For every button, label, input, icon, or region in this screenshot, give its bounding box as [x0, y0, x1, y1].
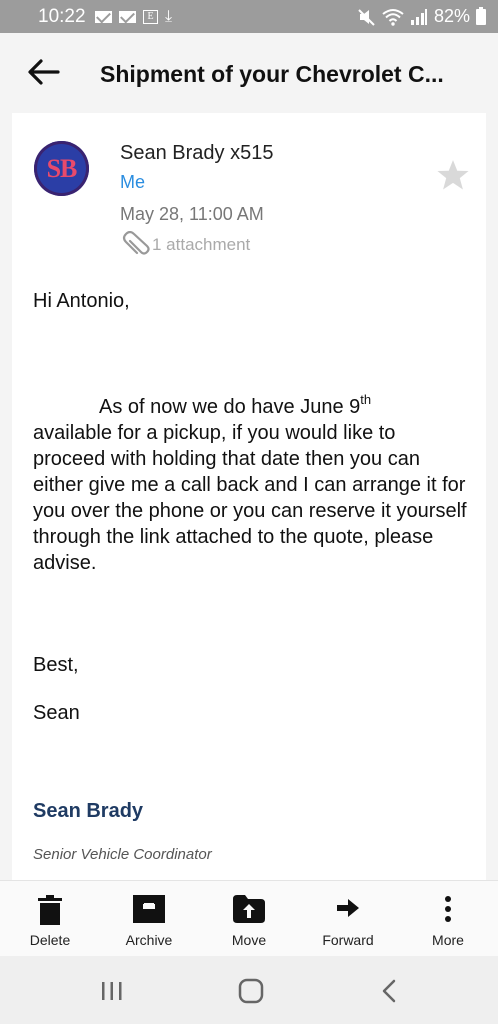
more-vertical-icon	[445, 896, 451, 922]
mute-icon	[358, 8, 375, 26]
delete-label: Delete	[29, 932, 71, 948]
trash-icon	[38, 895, 62, 925]
message-paragraph: As of now we do have June 9th available f…	[33, 387, 473, 576]
signoff: Sean	[33, 702, 80, 724]
recent-apps-icon[interactable]	[97, 978, 127, 1004]
avatar-initials: SB	[46, 153, 78, 183]
greeting: Hi Antonio,	[33, 290, 130, 312]
message-date: May 28, 11:00 AM	[120, 204, 264, 224]
attachment-count: 1 attachment	[152, 235, 251, 254]
status-notification-icons: E ⤓	[95, 9, 172, 25]
signature-name: Sean Brady	[33, 800, 144, 822]
move-label: Move	[231, 932, 267, 948]
paragraph-text-start: As of now we do have June 9	[99, 396, 361, 418]
archive-icon	[133, 895, 165, 923]
e-box-icon: E	[143, 10, 158, 24]
closing: Best,	[33, 654, 79, 676]
battery-icon	[476, 6, 486, 25]
move-button[interactable]: Move	[204, 881, 294, 957]
wifi-icon	[382, 8, 404, 26]
forward-button[interactable]: Forward	[303, 881, 393, 957]
move-to-folder-icon	[233, 895, 265, 923]
status-bar: 10:22 E ⤓ 82%	[0, 0, 498, 33]
signal-icon	[410, 8, 427, 25]
forward-label: Forward	[322, 932, 374, 948]
recipient[interactable]: Me	[120, 172, 145, 193]
forward-arrow-icon	[337, 899, 359, 917]
more-label: More	[432, 932, 464, 948]
app-header: Shipment of your Chevrolet C...	[0, 33, 498, 113]
back-nav-icon[interactable]	[375, 978, 405, 1004]
status-time: 10:22	[38, 6, 86, 27]
ordinal-suffix: th	[360, 392, 372, 407]
home-icon[interactable]	[236, 978, 266, 1004]
status-system-icons: 82%	[358, 6, 486, 27]
message-card: SB Sean Brady x515 Me May 28, 11:00 AM 1…	[12, 113, 486, 880]
paragraph-text-rest: available for a pickup, if you would lik…	[33, 422, 467, 574]
archive-label: Archive	[125, 932, 173, 948]
paperclip-icon	[122, 231, 150, 255]
message-body: Hi Antonio, As of now we do have June 9t…	[33, 288, 473, 868]
sender-name[interactable]: Sean Brady x515	[120, 142, 273, 165]
delete-button[interactable]: Delete	[5, 881, 95, 957]
battery-percentage: 82%	[433, 6, 470, 26]
page-title: Shipment of your Chevrolet C...	[100, 61, 444, 87]
archive-button[interactable]: Archive	[104, 881, 194, 957]
avatar[interactable]: SB	[34, 141, 89, 196]
download-icon: ⤓	[165, 8, 173, 25]
more-button[interactable]: More	[403, 881, 493, 957]
star-icon[interactable]	[436, 158, 470, 192]
mail-icon	[119, 11, 136, 23]
action-toolbar: Delete Archive Move Forward More	[0, 880, 498, 956]
attachment-link[interactable]: 1 attachment	[120, 231, 250, 259]
signature-title: Senior Vehicle Coordinator	[33, 846, 212, 863]
back-arrow-icon[interactable]	[26, 57, 60, 87]
system-navigation-bar	[0, 956, 498, 1024]
mail-icon	[95, 11, 112, 23]
